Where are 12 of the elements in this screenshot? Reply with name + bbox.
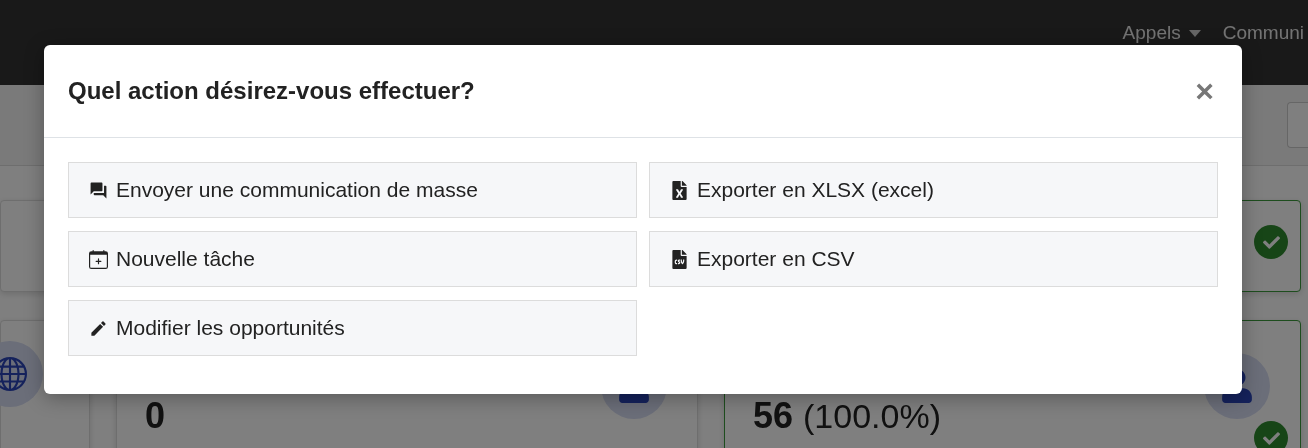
action-button[interactable]: Exporter en XLSX (excel)	[649, 162, 1218, 218]
stat-percentage: (100.0%)	[803, 397, 941, 436]
stat-value: 0	[145, 395, 166, 437]
action-button[interactable]: Envoyer une communication de masse	[68, 162, 637, 218]
nav-link[interactable]: Communi	[1222, 22, 1304, 44]
nav-link[interactable]: Appels	[1122, 22, 1201, 44]
modal-title: Quel action désirez-vous effectuer?	[68, 77, 475, 105]
stat-value: 56	[753, 395, 794, 437]
action-button[interactable]: Modifier les opportunités	[68, 300, 637, 356]
action-button[interactable]: Exporter en CSV	[649, 231, 1218, 287]
close-button[interactable]: ×	[1191, 75, 1218, 107]
action-button[interactable]: Nouvelle tâche	[68, 231, 637, 287]
